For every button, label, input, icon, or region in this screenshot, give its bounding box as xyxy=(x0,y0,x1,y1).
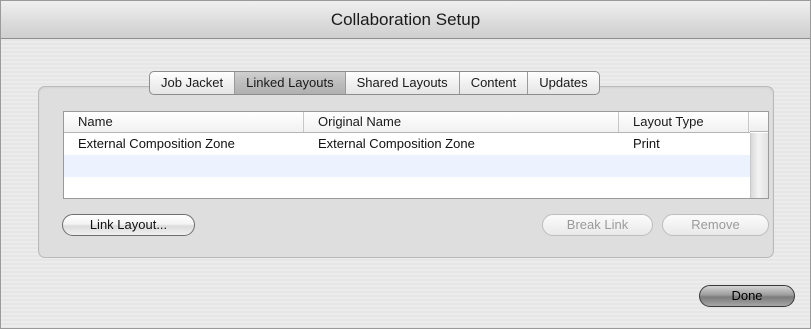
cell-name: External Composition Zone xyxy=(78,136,235,151)
remove-button[interactable]: Remove xyxy=(662,214,769,236)
tab-bar: Job Jacket Linked Layouts Shared Layouts… xyxy=(149,71,600,95)
break-link-button[interactable]: Break Link xyxy=(542,214,653,236)
tab-shared-layouts[interactable]: Shared Layouts xyxy=(344,72,459,94)
link-layout-button[interactable]: Link Layout... xyxy=(62,214,195,236)
tab-updates[interactable]: Updates xyxy=(527,72,598,94)
vertical-scrollbar[interactable] xyxy=(750,133,768,198)
title-bar[interactable]: Collaboration Setup xyxy=(1,1,810,39)
table-header-corner xyxy=(750,112,768,132)
cell-layout-type: Print xyxy=(633,136,660,151)
table-row-empty xyxy=(64,155,750,177)
table-row-empty xyxy=(64,177,750,198)
tab-linked-layouts[interactable]: Linked Layouts xyxy=(234,72,345,94)
table-body: External Composition Zone External Compo… xyxy=(64,133,750,198)
tab-content[interactable]: Content xyxy=(458,72,528,94)
table-header: Name Original Name Layout Type xyxy=(64,112,750,133)
tab-job-jacket[interactable]: Job Jacket xyxy=(150,72,234,94)
column-header-layout-type[interactable]: Layout Type xyxy=(619,112,749,132)
cell-original-name: External Composition Zone xyxy=(318,136,475,151)
done-button[interactable]: Done xyxy=(699,285,795,307)
table-row[interactable]: External Composition Zone External Compo… xyxy=(64,133,750,155)
linked-layouts-table[interactable]: Name Original Name Layout Type External … xyxy=(63,111,769,199)
column-header-name[interactable]: Name xyxy=(64,112,304,132)
collaboration-setup-window: Collaboration Setup Job Jacket Linked La… xyxy=(0,0,811,329)
column-header-original-name[interactable]: Original Name xyxy=(304,112,619,132)
window-title: Collaboration Setup xyxy=(330,9,481,29)
